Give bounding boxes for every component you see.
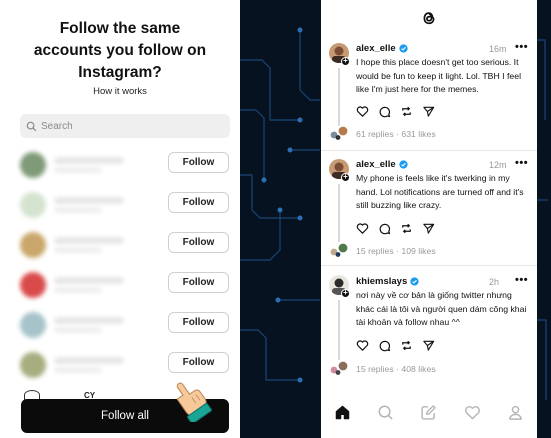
how-it-works-link[interactable]: How it works (0, 86, 240, 97)
blurred-username (54, 357, 124, 364)
follow-button[interactable]: Follow (168, 152, 229, 173)
verified-badge-icon (398, 44, 408, 53)
more-options-icon[interactable]: ••• (515, 157, 528, 169)
more-options-icon[interactable]: ••• (515, 41, 528, 53)
blurred-fullname (54, 367, 102, 373)
post-time: 2h (489, 277, 500, 287)
verified-badge-icon (398, 160, 408, 169)
blurred-fullname (54, 247, 102, 253)
heart-icon[interactable] (356, 105, 369, 118)
account-avatar (20, 192, 46, 218)
instagram-follow-screen: Follow the same accounts you follow on I… (0, 0, 240, 438)
post-time: 12m (489, 160, 507, 170)
heart-icon[interactable] (356, 339, 369, 352)
share-icon[interactable] (422, 105, 435, 118)
follow-plus-icon[interactable]: + (341, 57, 350, 66)
replier-avatars (330, 126, 348, 140)
blurred-fullname (54, 207, 102, 213)
post-divider (321, 265, 537, 266)
account-row: Follow (0, 269, 240, 299)
account-avatar (20, 272, 46, 298)
more-options-icon[interactable]: ••• (515, 274, 528, 286)
follow-button[interactable]: Follow (168, 192, 229, 213)
account-row: Follow (0, 229, 240, 259)
share-icon[interactable] (422, 222, 435, 235)
account-row: Follow (0, 189, 240, 219)
follow-plus-icon[interactable]: + (341, 289, 350, 298)
follow-button[interactable]: Follow (168, 232, 229, 253)
account-row: Follow (0, 309, 240, 339)
blurred-username (54, 157, 124, 164)
post-actions (356, 105, 435, 119)
threads-logo-icon[interactable] (419, 8, 439, 28)
follow-plus-icon[interactable]: + (341, 173, 350, 182)
post-text: My phone is feels like it's twerking in … (356, 173, 524, 210)
post-stats[interactable]: 61 replies · 631 likes (356, 129, 436, 139)
account-avatar (20, 152, 46, 178)
blurred-username (54, 197, 124, 204)
share-icon[interactable] (422, 339, 435, 352)
replier-avatars (330, 361, 348, 375)
repost-icon[interactable] (400, 105, 413, 118)
account-row: Follow (0, 349, 240, 379)
account-avatar (20, 352, 46, 378)
post-actions (356, 339, 435, 353)
comment-icon[interactable] (378, 105, 391, 118)
post-username[interactable]: khiemslays (356, 276, 419, 287)
verified-badge-icon (410, 277, 419, 286)
thread-line (338, 300, 340, 360)
blurred-fullname (54, 167, 102, 173)
home-icon[interactable] (334, 404, 351, 421)
blurred-username (54, 317, 124, 324)
account-row: Follow (0, 149, 240, 179)
pointing-hand-cursor-icon (176, 382, 212, 422)
search-icon[interactable] (377, 404, 394, 421)
comment-icon[interactable] (378, 222, 391, 235)
blurred-fullname (54, 327, 102, 333)
repost-icon[interactable] (400, 222, 413, 235)
heart-icon[interactable] (464, 404, 481, 421)
search-input[interactable] (41, 120, 211, 132)
follow-button[interactable]: Follow (168, 272, 229, 293)
post-username[interactable]: alex_elle (356, 159, 408, 170)
post-username[interactable]: alex_elle (356, 43, 408, 54)
blurred-username (54, 237, 124, 244)
search-bar[interactable] (20, 114, 230, 138)
bottom-navigation (321, 392, 537, 432)
account-avatar (20, 312, 46, 338)
blurred-username (54, 277, 124, 284)
follow-button[interactable]: Follow (168, 312, 229, 333)
thread-line (338, 68, 340, 126)
profile-icon[interactable] (507, 404, 524, 421)
compose-icon[interactable] (420, 404, 437, 421)
heart-icon[interactable] (356, 222, 369, 235)
search-icon (26, 121, 37, 131)
replier-avatars (330, 243, 348, 257)
account-avatar (20, 232, 46, 258)
follow-button[interactable]: Follow (168, 352, 229, 373)
post-text: nơi này về cơ bản là giống twitter nhưng… (356, 290, 527, 327)
post-text: I hope this place doesn't get too seriou… (356, 57, 521, 94)
thread-line (338, 184, 340, 242)
post-time: 16m (489, 44, 507, 54)
post-stats[interactable]: 15 replies · 109 likes (356, 246, 436, 256)
post-stats[interactable]: 15 replies · 408 likes (356, 364, 436, 374)
follow-prompt-title: Follow the same accounts you follow on I… (33, 20, 207, 81)
comment-icon[interactable] (378, 339, 391, 352)
post-actions (356, 222, 435, 236)
repost-icon[interactable] (400, 339, 413, 352)
blurred-fullname (54, 287, 102, 293)
threads-feed-screen: + alex_elle 16m ••• I hope this place do… (321, 0, 537, 438)
post-divider (321, 150, 537, 151)
